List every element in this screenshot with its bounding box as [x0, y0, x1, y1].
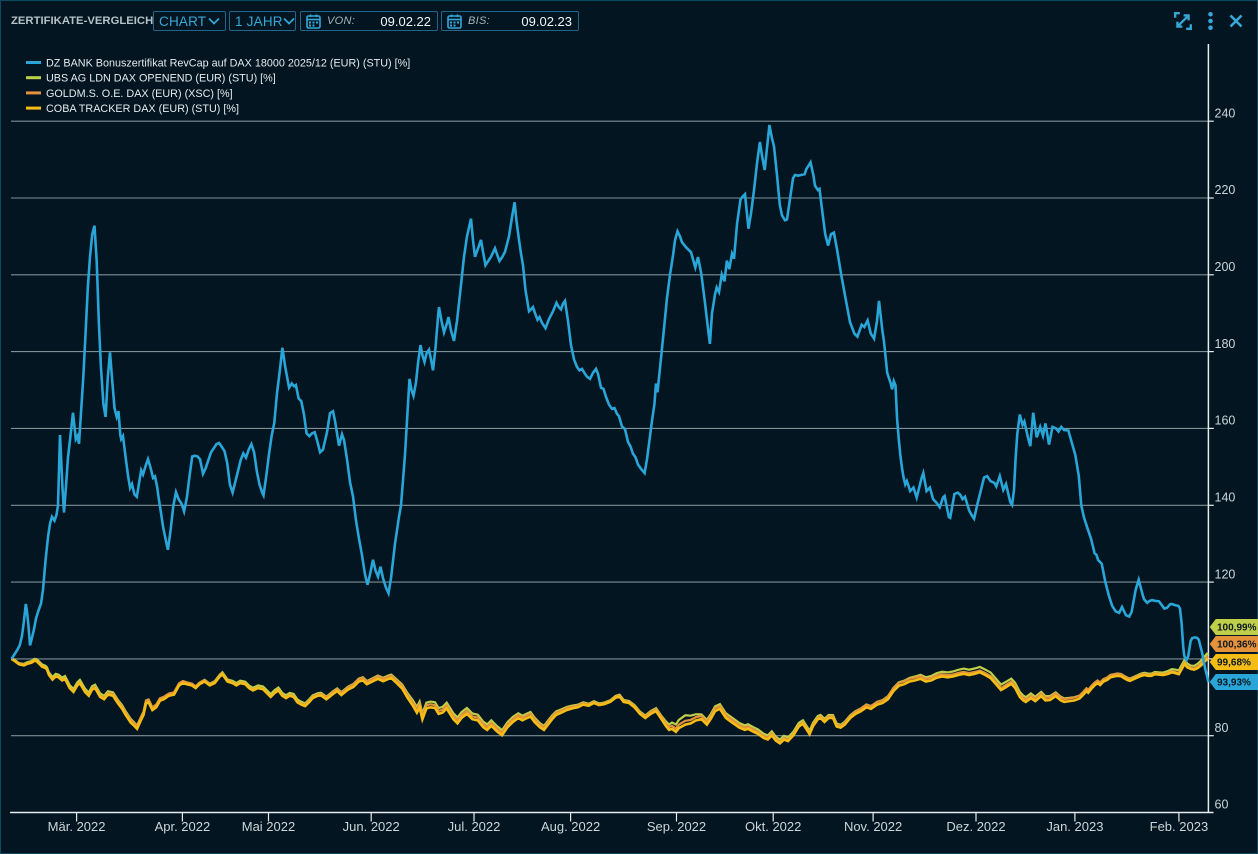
svg-text:UBS AG LDN DAX OPENEND (EUR) (: UBS AG LDN DAX OPENEND (EUR) (STU) [%] [46, 73, 276, 85]
svg-text:200: 200 [1215, 260, 1236, 274]
svg-text:100,36%: 100,36% [1217, 640, 1257, 651]
svg-text:Aug. 2022: Aug. 2022 [541, 819, 600, 834]
svg-text:Nov. 2022: Nov. 2022 [844, 819, 902, 834]
svg-text:Sep. 2022: Sep. 2022 [647, 819, 706, 834]
svg-text:100,99%: 100,99% [1217, 623, 1257, 634]
svg-text:60: 60 [1215, 798, 1229, 812]
svg-text:Jan. 2023: Jan. 2023 [1046, 819, 1103, 834]
svg-text:DZ BANK Bonuszertifikat RevCap: DZ BANK Bonuszertifikat RevCap auf DAX 1… [46, 58, 410, 70]
svg-text:COBA TRACKER DAX (EUR) (STU) [: COBA TRACKER DAX (EUR) (STU) [%] [46, 103, 239, 115]
svg-text:GOLDM.S. O.E. DAX (EUR) (XSC): GOLDM.S. O.E. DAX (EUR) (XSC) [%] [46, 88, 233, 100]
svg-text:Dez. 2022: Dez. 2022 [946, 819, 1005, 834]
svg-text:Apr. 2022: Apr. 2022 [155, 819, 211, 834]
svg-text:Mai 2022: Mai 2022 [242, 819, 295, 834]
svg-text:120: 120 [1215, 567, 1236, 581]
svg-text:220: 220 [1215, 183, 1236, 197]
svg-text:99,68%: 99,68% [1217, 658, 1251, 669]
svg-text:Mär. 2022: Mär. 2022 [48, 819, 106, 834]
svg-text:80: 80 [1215, 721, 1229, 735]
svg-text:Feb. 2023: Feb. 2023 [1150, 819, 1209, 834]
svg-text:240: 240 [1215, 106, 1236, 120]
svg-text:180: 180 [1215, 337, 1236, 351]
svg-text:Jul. 2022: Jul. 2022 [448, 819, 501, 834]
svg-text:Jun. 2022: Jun. 2022 [343, 819, 400, 834]
svg-text:140: 140 [1215, 491, 1236, 505]
svg-text:160: 160 [1215, 414, 1236, 428]
svg-text:Okt. 2022: Okt. 2022 [745, 819, 801, 834]
svg-text:93,93%: 93,93% [1217, 678, 1251, 689]
